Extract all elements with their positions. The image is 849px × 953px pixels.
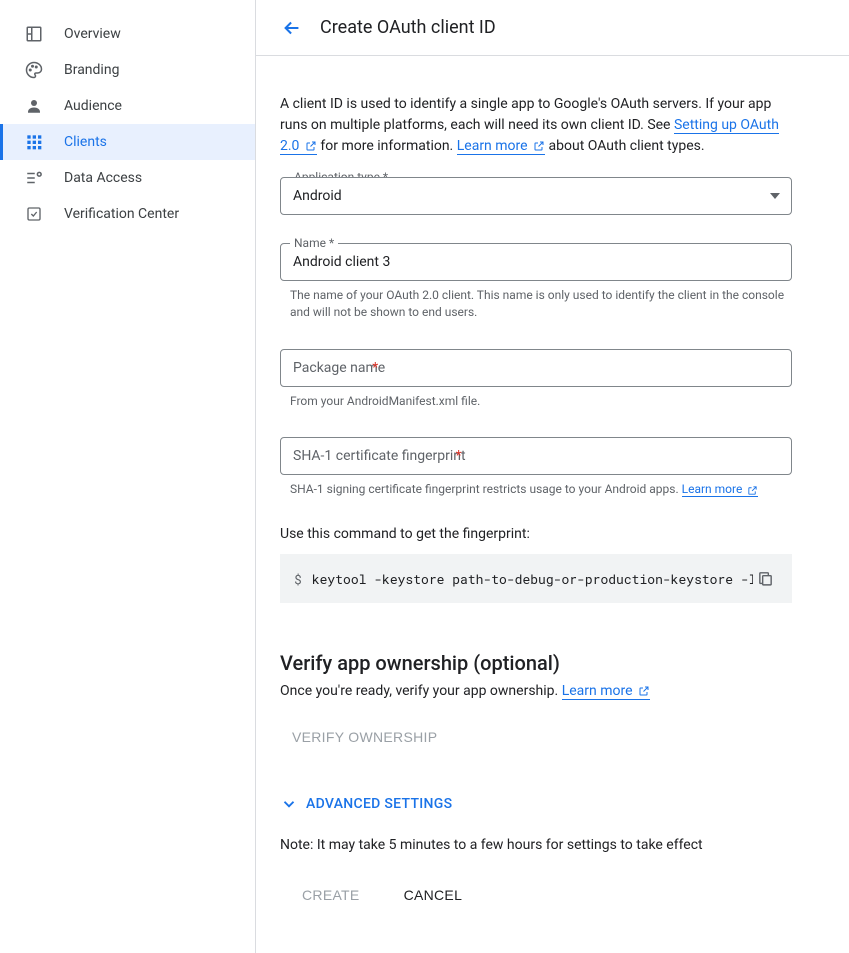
timing-note: Note: It may take 5 minutes to a few hou… (280, 837, 792, 853)
sha1-helper: SHA-1 signing certificate fingerprint re… (290, 481, 792, 498)
main-content: Create OAuth client ID A client ID is us… (256, 0, 849, 953)
prompt-symbol: $ (294, 570, 302, 588)
name-label: Name * (290, 236, 338, 250)
external-link-icon (305, 140, 317, 152)
sha1-input[interactable] (280, 437, 792, 475)
external-link-icon (747, 485, 758, 496)
verify-subtext: Once you're ready, verify your app owner… (280, 683, 792, 699)
page-title: Create OAuth client ID (320, 17, 496, 38)
sidebar-item-label: Clients (64, 134, 107, 150)
intro-text: A client ID is used to identify a single… (280, 94, 792, 157)
package-name-input[interactable] (280, 349, 792, 387)
verify-ownership-button[interactable]: Verify Ownership (280, 719, 449, 755)
sidebar-item-label: Audience (64, 98, 122, 114)
sidebar-item-label: Branding (64, 62, 119, 78)
external-link-icon (638, 685, 650, 697)
command-block: $ keytool -keystore path-to-debug-or-pro… (280, 554, 792, 603)
palette-icon (24, 60, 44, 80)
sha1-learn-more-link[interactable]: Learn more (682, 482, 759, 497)
external-link-icon (533, 140, 545, 152)
sidebar-item-clients[interactable]: Clients (0, 124, 255, 160)
form-actions: Create Cancel (280, 877, 792, 913)
sidebar-item-overview[interactable]: Overview (0, 16, 255, 52)
command-label: Use this command to get the fingerprint: (280, 526, 792, 542)
dashboard-icon (24, 24, 44, 44)
learn-more-types-link[interactable]: Learn more (457, 138, 545, 155)
verify-section-title: Verify app ownership (optional) (280, 651, 792, 675)
sidebar-item-label: Overview (64, 26, 121, 42)
verify-learn-more-link[interactable]: Learn more (562, 683, 650, 700)
name-input[interactable] (280, 243, 792, 281)
command-text: keytool -keystore path-to-debug-or-produ… (312, 570, 753, 588)
back-button[interactable] (272, 8, 312, 48)
sidebar-item-verification[interactable]: Verification Center (0, 196, 255, 232)
copy-command-button[interactable] (753, 566, 778, 591)
apps-icon (24, 132, 44, 152)
chevron-down-icon (280, 795, 298, 813)
copy-icon (757, 570, 774, 587)
advanced-settings-toggle[interactable]: ADVANCED SETTINGS (280, 795, 792, 813)
sidebar-item-data-access[interactable]: Data Access (0, 160, 255, 196)
create-button[interactable]: Create (290, 877, 372, 913)
sidebar-item-audience[interactable]: Audience (0, 88, 255, 124)
cancel-button[interactable]: Cancel (392, 877, 475, 913)
sidebar-item-label: Verification Center (64, 206, 179, 222)
sidebar: Overview Branding Audience Clients Data … (0, 0, 256, 953)
checkbox-icon (24, 204, 44, 224)
arrow-back-icon (281, 17, 303, 39)
settings-list-icon (24, 168, 44, 188)
name-helper: The name of your OAuth 2.0 client. This … (290, 287, 792, 321)
person-icon (24, 96, 44, 116)
application-type-select[interactable]: Android (280, 177, 792, 215)
sidebar-item-branding[interactable]: Branding (0, 52, 255, 88)
package-helper: From your AndroidManifest.xml file. (290, 393, 792, 410)
page-header: Create OAuth client ID (256, 0, 849, 56)
sidebar-item-label: Data Access (64, 170, 142, 186)
